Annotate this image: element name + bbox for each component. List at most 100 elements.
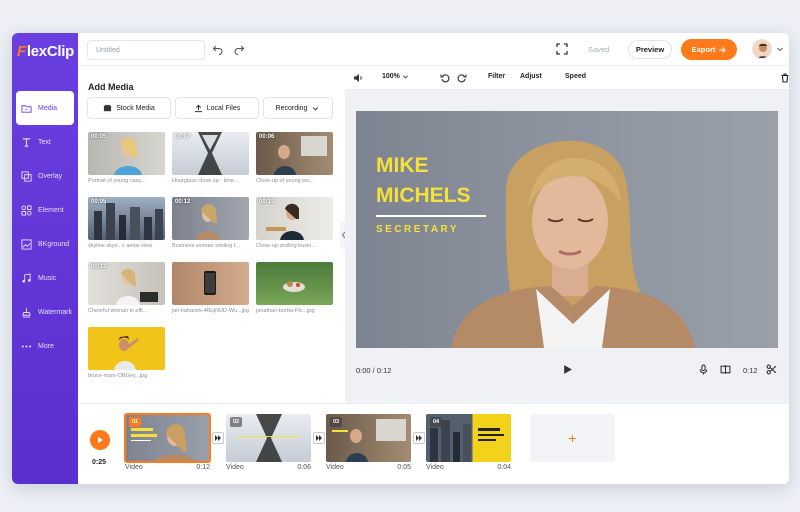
clip-duration: 0:05 [397, 464, 411, 471]
editor-window: FlexClip Media Text Overlay Element BKgr… [12, 33, 789, 484]
logo-mark: F [17, 42, 26, 60]
top-bar: Untitled Saved Preview Export [78, 33, 789, 66]
undo-icon[interactable] [212, 43, 224, 55]
adjust-button[interactable]: Adjust [520, 73, 542, 80]
background-icon [21, 238, 32, 250]
volume-button[interactable] [353, 73, 363, 83]
timeline-clip[interactable]: 04 Video 0:04 [426, 414, 511, 476]
sidebar-nav: Media Text Overlay Element BKground Musi… [16, 91, 74, 363]
media-thumbnail[interactable]: 00:07 Hourglass close up - time... [172, 132, 249, 184]
canvas-area: MIKE MICHELS SECRETARY 0:00 / 0:12 0:12 [345, 90, 789, 403]
sidebar-item-more[interactable]: More [16, 329, 74, 363]
fullscreen-icon[interactable] [556, 43, 568, 55]
play-icon [98, 437, 103, 443]
rotate-left-button[interactable] [440, 73, 450, 83]
duration-badge: 00:07 [175, 134, 191, 140]
transition-icon [416, 435, 422, 441]
stock-media-button[interactable]: Stock Media [87, 97, 171, 119]
zoom-dropdown[interactable]: 100% [382, 73, 409, 80]
thumbnail-image: 00:05 [88, 197, 165, 240]
sidebar-item-media[interactable]: Media [16, 91, 74, 125]
sidebar-item-text[interactable]: Text [16, 125, 74, 159]
media-thumbnail[interactable]: 00:12 Cheerful woman in effi... [88, 262, 165, 314]
filter-button[interactable]: Filter [488, 73, 505, 80]
media-thumbnail[interactable]: 00:12 Business woman smiling f... [172, 197, 249, 249]
clip-number-badge: 01 [129, 417, 141, 427]
clip-number-badge: 03 [330, 417, 342, 427]
local-files-button[interactable]: Local Files [175, 97, 259, 119]
thumbnail-image: 00:05 [88, 132, 165, 175]
thumbnail-image: 00:12 [172, 197, 249, 240]
media-thumbnail[interactable]: 00:06 Close-up of young wo... [256, 132, 333, 184]
sidebar-item-background[interactable]: BKground [16, 227, 74, 261]
sidebar-item-label: Overlay [38, 172, 63, 180]
user-avatar-icon [757, 43, 769, 58]
timeline-clip[interactable]: 01 Video 0:12 [124, 413, 211, 476]
timeline-play-button[interactable] [90, 430, 110, 450]
transition-icon [316, 435, 322, 441]
rotate-right-icon [457, 74, 467, 83]
stage-name-text[interactable]: MIKE MICHELS [376, 151, 471, 211]
current-time: 0:00 / 0:12 [356, 366, 392, 375]
media-thumbnail[interactable]: bruce-mars-OBGey...jpg [88, 327, 165, 379]
tab-label: Stock Media [116, 104, 155, 112]
logo[interactable]: FlexClip [17, 41, 74, 61]
media-thumbnail[interactable]: 00:19 Close-up smiling busin... [256, 197, 333, 249]
transition-button[interactable] [313, 432, 325, 444]
clip-number-badge: 02 [230, 417, 242, 427]
sidebar-item-label: More [38, 342, 54, 350]
transition-button[interactable] [212, 432, 224, 444]
aspect-ratio-icon[interactable] [720, 364, 731, 375]
editor-toolbar: 100% Filter Adjust Speed [345, 66, 789, 90]
thumbnail-image [172, 262, 249, 305]
avatar[interactable] [752, 39, 772, 59]
clip-duration: 0:06 [297, 464, 311, 471]
preview-button[interactable]: Preview [628, 40, 672, 59]
sidebar-item-music[interactable]: Music [16, 261, 74, 295]
chevron-down-icon [403, 75, 408, 79]
duration-badge: 00:05 [91, 134, 107, 140]
media-thumbnail[interactable]: 00:05 Portrait of young casu... [88, 132, 165, 184]
transition-icon [215, 435, 221, 441]
clip-label: Video [125, 464, 143, 471]
thumbnail-image: 00:12 [88, 262, 165, 305]
trash-icon [781, 73, 789, 83]
rotate-right-button[interactable] [457, 73, 467, 83]
media-thumbnail[interactable]: jonathan-borba-Ffc...jpg [256, 262, 333, 314]
redo-icon[interactable] [233, 43, 245, 55]
chevron-down-icon[interactable] [776, 45, 784, 53]
timeline-clip[interactable]: 02 Video 0:06 [226, 414, 311, 476]
video-stage[interactable]: MIKE MICHELS SECRETARY [356, 111, 778, 348]
project-title-input[interactable]: Untitled [87, 40, 205, 60]
sidebar-item-overlay[interactable]: Overlay [16, 159, 74, 193]
thumbnail-image [88, 327, 165, 370]
tab-label: Recording [275, 104, 308, 112]
play-icon[interactable] [562, 364, 573, 375]
recording-dropdown[interactable]: Recording [263, 97, 333, 119]
clip-label: Video [426, 464, 444, 471]
scissors-icon[interactable] [766, 364, 777, 375]
media-thumbnail[interactable]: 00:05 skyline skys...s aerial view [88, 197, 165, 249]
sidebar-item-label: BKground [38, 240, 70, 248]
stage-role-text[interactable]: SECRETARY [376, 224, 459, 235]
timeline-clip[interactable]: 03 Video 0:05 [326, 414, 411, 476]
saved-status: Saved [588, 45, 610, 54]
thumbnail-image: 00:07 [172, 132, 249, 175]
duration-badge: 00:12 [91, 264, 107, 270]
add-clip-button[interactable]: + [530, 414, 615, 462]
speed-button[interactable]: Speed [565, 73, 586, 80]
sidebar-item-label: Text [38, 138, 51, 146]
zoom-value: 100% [382, 73, 400, 80]
transition-button[interactable] [413, 432, 425, 444]
duration-badge: 00:12 [175, 199, 191, 205]
music-icon [22, 272, 31, 283]
clip-label: Video [226, 464, 244, 471]
timeline-total-time: 0:25 [92, 459, 107, 466]
thumbnail-caption: Close-up smiling busin... [256, 243, 316, 249]
delete-button[interactable] [780, 73, 789, 83]
microphone-icon[interactable] [698, 364, 709, 375]
sidebar-item-element[interactable]: Element [16, 193, 74, 227]
sidebar-item-watermark[interactable]: Watermark [16, 295, 74, 329]
export-button[interactable]: Export [681, 39, 737, 60]
media-thumbnail[interactable]: jan-kahanek-4fEqNUD-Wu...jpg [172, 262, 249, 314]
